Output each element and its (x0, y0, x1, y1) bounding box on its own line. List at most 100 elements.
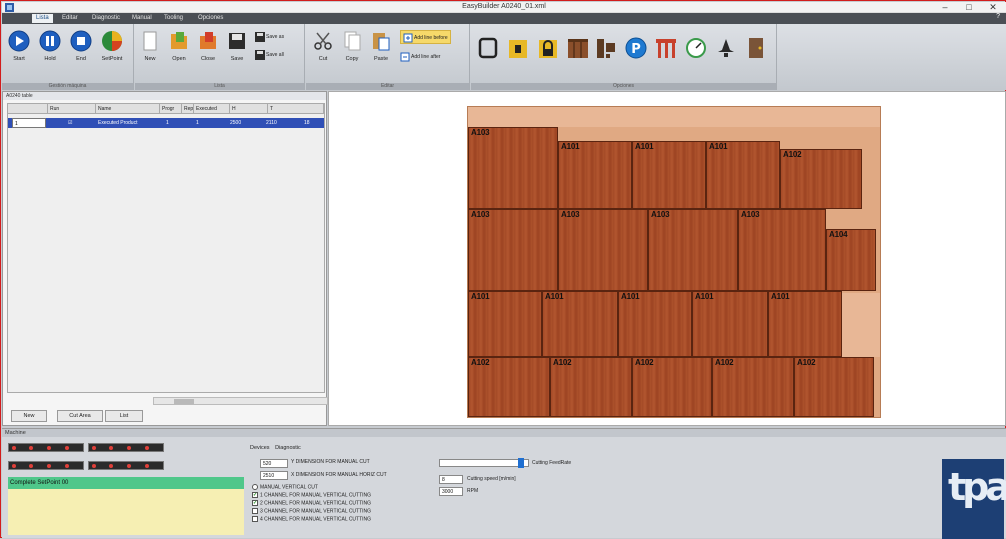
channel-4-checkbox[interactable]: 4 CHANNEL FOR MANUAL VERTICAL CUTTING (252, 516, 371, 522)
cut-area-button[interactable]: Cut Area (57, 410, 103, 422)
new-button[interactable]: New (137, 28, 163, 76)
door-icon[interactable] (745, 36, 767, 60)
help-button[interactable]: ? (996, 13, 1000, 20)
cutting-speed-input[interactable]: 8 (439, 475, 463, 484)
column-header-t[interactable]: T (268, 104, 324, 114)
cut-button[interactable]: Cut (310, 28, 336, 76)
save-as-icon (255, 31, 265, 42)
channel-2-checkbox[interactable]: ✓ 2 CHANNEL FOR MANUAL VERTICAL CUTTING (252, 500, 371, 506)
parking-icon[interactable]: P (625, 36, 647, 60)
tab-diagnostic[interactable]: Diagnostic (275, 445, 301, 451)
padlock-icon[interactable] (537, 36, 559, 60)
piece-a101[interactable]: A101 (632, 141, 706, 209)
save-button[interactable]: Save (224, 28, 250, 76)
table-row[interactable]: 1 ☑ Executed Product 1 1 2500 2110 18 (8, 118, 324, 128)
piece-a101[interactable]: A101 (706, 141, 780, 209)
column-header-index[interactable] (8, 104, 48, 114)
piece-a103[interactable]: A103 (468, 127, 558, 209)
rpm-input[interactable]: 3000 (439, 487, 463, 496)
column-header-executed[interactable]: Executed (194, 104, 230, 114)
gauge-icon[interactable] (685, 36, 707, 60)
fence-icon[interactable] (567, 36, 589, 60)
channel-1-checkbox[interactable]: ✓ 1 CHANNEL FOR MANUAL VERTICAL CUTTING (252, 492, 371, 498)
close-file-button[interactable]: Close (195, 28, 221, 76)
row-run-checkbox[interactable]: ☑ (66, 118, 90, 128)
piece-label: A102 (797, 358, 816, 367)
horizontal-scrollbar[interactable] (153, 397, 328, 405)
column-header-rep[interactable]: Rep (182, 104, 194, 114)
start-label: Start (13, 56, 25, 62)
lock-icon[interactable] (507, 36, 529, 60)
piece-a102[interactable]: A102 (550, 357, 632, 417)
piece-a102[interactable]: A102 (712, 357, 794, 417)
y-dimension-input[interactable]: 520 (260, 459, 288, 468)
column-header-name[interactable]: Name (96, 104, 160, 114)
piece-a104[interactable]: A104 (826, 229, 876, 291)
piece-a103[interactable]: A103 (648, 209, 738, 291)
scrollbar-thumb[interactable] (174, 399, 194, 404)
list-button[interactable]: List (105, 410, 143, 422)
press-icon[interactable] (595, 36, 617, 60)
column-header-run[interactable]: Run (48, 104, 96, 114)
piece-a102[interactable]: A102 (794, 357, 874, 417)
menu-item-editar[interactable]: Editar (58, 14, 82, 23)
save-all-button[interactable]: Save all (255, 48, 284, 62)
menu-bar: Lista Editar Diagnostic Manual Tooling O… (2, 13, 1006, 24)
paste-button[interactable]: Paste (368, 28, 394, 76)
piece-label: A103 (561, 210, 580, 219)
piece-label: A101 (621, 292, 640, 301)
piece-label: A103 (471, 128, 490, 137)
column-header-progr[interactable]: Progr (160, 104, 182, 114)
channel-3-checkbox[interactable]: 3 CHANNEL FOR MANUAL VERTICAL CUTTING (252, 508, 371, 514)
piece-a101[interactable]: A101 (618, 291, 692, 357)
piece-a101[interactable]: A101 (542, 291, 618, 357)
maximize-button[interactable]: □ (958, 2, 980, 13)
piece-a102[interactable]: A102 (632, 357, 712, 417)
menu-item-lista[interactable]: Lista (32, 14, 53, 23)
feedrate-slider[interactable] (439, 458, 529, 468)
piece-a101[interactable]: A101 (558, 141, 632, 209)
row-name-cell: Executed Product (98, 120, 138, 126)
close-window-button[interactable]: ✕ (982, 2, 1004, 13)
open-button[interactable]: Open (166, 28, 192, 76)
menu-item-diagnostic[interactable]: Diagnostic (88, 14, 124, 23)
piece-a102[interactable]: A102 (468, 357, 550, 417)
piece-a102[interactable]: A102 (780, 149, 862, 209)
paste-icon (373, 33, 390, 51)
menu-item-tooling[interactable]: Tooling (160, 14, 187, 23)
copy-label: Copy (345, 56, 359, 62)
save-as-button[interactable]: Save as (255, 30, 284, 44)
hold-button[interactable]: Hold (37, 28, 63, 76)
start-button[interactable]: Start (6, 28, 32, 76)
piece-a101[interactable]: A101 (468, 291, 542, 357)
new-list-button[interactable]: New (11, 410, 47, 422)
hold-label: Hold (44, 56, 56, 62)
piece-a101[interactable]: A101 (692, 291, 768, 357)
piece-a103[interactable]: A103 (738, 209, 826, 291)
piece-a103[interactable]: A103 (468, 209, 558, 291)
piece-a103[interactable]: A103 (558, 209, 648, 291)
cutting-layout-canvas[interactable]: A103 A101 A101 A101 A102 A103 A103 A103 … (328, 91, 1006, 426)
setpoint-button[interactable]: SetPoint (99, 28, 125, 76)
column-header-h[interactable]: H (230, 104, 268, 114)
x-dimension-input[interactable]: 2510 (260, 471, 288, 480)
piece-label: A101 (771, 292, 790, 301)
row-t-cell: 18 (304, 120, 310, 126)
piece-a101[interactable]: A101 (768, 291, 842, 357)
list-panel: A0240 table Run Name Progr Rep Executed … (2, 91, 328, 426)
menu-item-manual[interactable]: Manual (128, 14, 156, 23)
close-file-label: Close (200, 56, 216, 62)
slider-knob[interactable] (518, 458, 524, 468)
copy-button[interactable]: Copy (339, 28, 365, 76)
add-line-before-button[interactable]: Add line before (400, 30, 451, 44)
file-group-label: Lista (135, 83, 304, 90)
tablet-icon[interactable] (477, 36, 499, 60)
manual-vertical-cut-radio[interactable]: MANUAL VERTICAL CUT (252, 484, 318, 490)
tab-devices[interactable]: Devices (250, 445, 270, 451)
minimize-button[interactable]: – (934, 2, 956, 13)
end-button[interactable]: End (68, 28, 94, 76)
add-line-after-button[interactable]: Add line after (400, 50, 440, 64)
pins-icon[interactable] (655, 36, 677, 60)
menu-item-opciones[interactable]: Opciones (194, 14, 227, 23)
bell-icon[interactable] (715, 36, 737, 60)
